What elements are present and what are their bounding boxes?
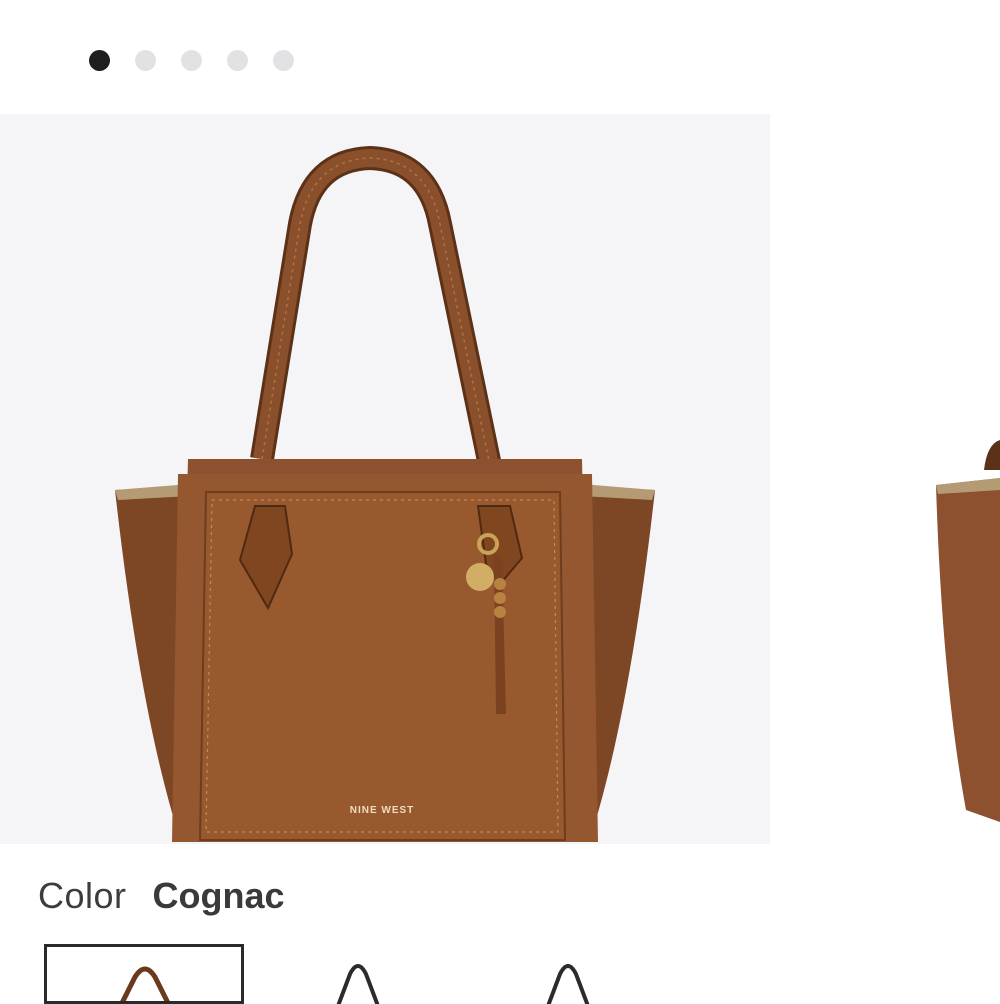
- swatch-3[interactable]: [488, 944, 688, 1004]
- carousel-dot-3[interactable]: [181, 50, 202, 71]
- swatch-3-thumbnail: [546, 964, 590, 1004]
- carousel-dot-5[interactable]: [273, 50, 294, 71]
- swatch-2-thumbnail: [336, 964, 380, 1004]
- color-value: Cognac: [152, 875, 285, 916]
- product-image-main[interactable]: NINE WEST: [0, 114, 770, 844]
- tote-bag-peek-image: [936, 440, 1000, 822]
- carousel-dot-1[interactable]: [89, 50, 110, 71]
- carousel-dot-2[interactable]: [135, 50, 156, 71]
- color-label: Color: [38, 875, 127, 916]
- brand-mark: NINE WEST: [350, 805, 415, 816]
- color-selection-row: Color Cognac: [38, 874, 285, 918]
- carousel-dot-4[interactable]: [227, 50, 248, 71]
- tote-bag-image: NINE WEST: [115, 146, 655, 842]
- swatch-2[interactable]: [266, 944, 466, 1004]
- product-image-next-peek[interactable]: [932, 430, 1000, 830]
- swatch-cognac-thumbnail: [120, 966, 170, 1001]
- swatch-cognac[interactable]: [44, 944, 244, 1004]
